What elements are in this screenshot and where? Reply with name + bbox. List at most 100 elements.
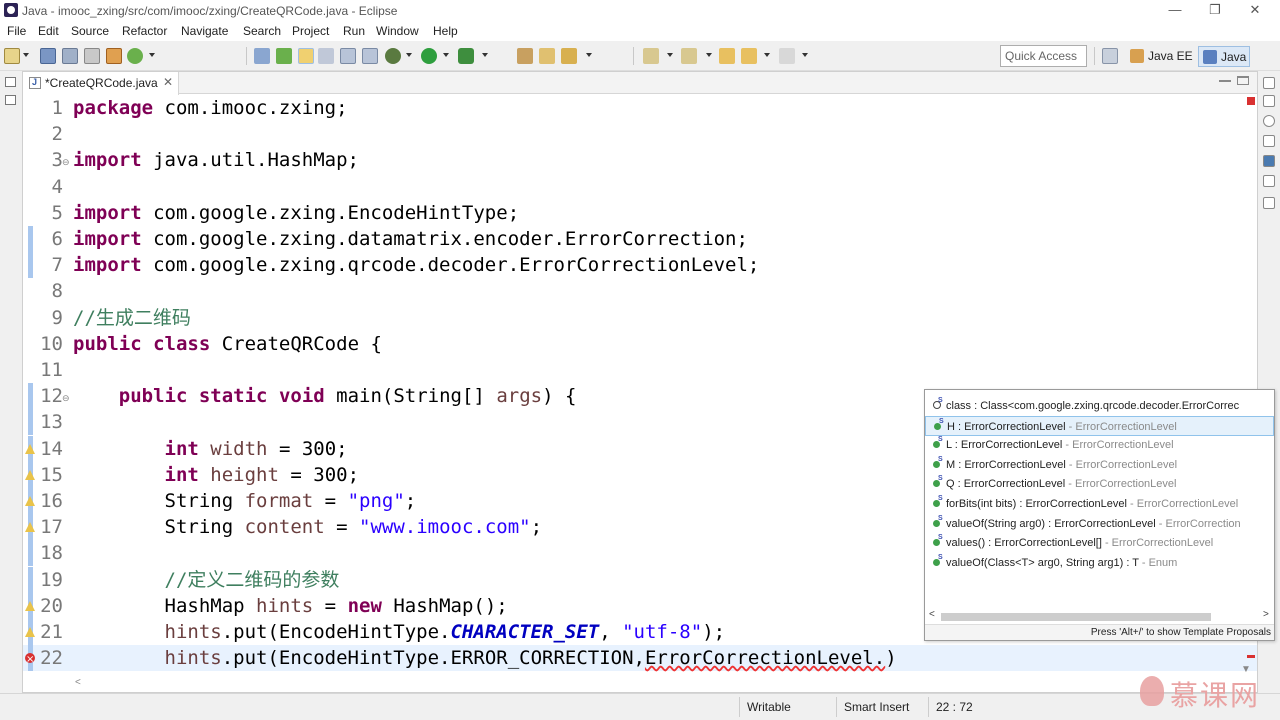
code-line[interactable]: 7 import com.google.zxing.qrcode.decoder.… [23, 252, 1257, 279]
scroll-left-arrow[interactable]: < [75, 677, 81, 688]
minimize-panel-icon[interactable] [1219, 80, 1231, 89]
editor-tab-createqrcode[interactable]: *CreateQRCode.java ✕ [23, 72, 179, 95]
proposal-item[interactable]: SL : ErrorCorrectionLevel - ErrorCorrect… [925, 435, 1274, 455]
menu-refactor[interactable]: Refactor [122, 24, 167, 38]
new-dropdown-icon[interactable] [23, 53, 29, 57]
fold-toggle-icon[interactable]: ⊖ [62, 150, 70, 176]
problems-icon[interactable] [1263, 175, 1275, 187]
proposal-item[interactable]: SM : ErrorCorrectionLevel - ErrorCorrect… [925, 455, 1274, 475]
run-dropdown-icon[interactable] [443, 53, 449, 57]
debug-dropdown-icon[interactable] [406, 53, 412, 57]
editor-tab-bar: *CreateQRCode.java ✕ [23, 72, 1257, 95]
open-project-icon[interactable] [517, 48, 533, 64]
popup-scroll-thumb[interactable] [941, 613, 1211, 621]
code-line[interactable]: 1 package com.imooc.zxing; [23, 95, 1257, 121]
open-task-icon[interactable] [276, 48, 292, 64]
debug-icon[interactable] [385, 48, 401, 64]
code-token: ; [530, 516, 543, 539]
menu-navigate[interactable]: Navigate [181, 24, 228, 38]
open-folder-icon[interactable] [539, 48, 555, 64]
code-line[interactable]: 5 import com.google.zxing.EncodeHintType; [23, 200, 1257, 226]
menu-run[interactable]: Run [343, 24, 365, 38]
close-tab-icon[interactable]: ✕ [163, 75, 173, 89]
outline-icon[interactable] [1263, 95, 1275, 107]
last-edit-icon[interactable] [719, 48, 735, 64]
open-perspective-icon[interactable] [1102, 48, 1118, 64]
proposal-item[interactable]: Svalues() : ErrorCorrectionLevel[] - Err… [925, 533, 1274, 553]
open-resource-icon[interactable] [561, 48, 577, 64]
open-type-icon[interactable] [254, 48, 270, 64]
code-token: com.google.zxing.datamatrix.encoder.Erro… [141, 228, 748, 250]
close-window-button[interactable]: ✕ [1240, 2, 1270, 18]
maximize-button[interactable]: ❐ [1200, 2, 1230, 18]
prev-annotation-icon[interactable] [681, 48, 697, 64]
proposal-item[interactable]: SvalueOf(Class<T> arg0, String arg1) : T… [925, 553, 1274, 573]
new-icon[interactable] [4, 48, 20, 64]
task-list-icon[interactable] [1263, 197, 1275, 209]
back-dropdown-icon[interactable] [764, 53, 770, 57]
save-all-icon[interactable] [62, 48, 78, 64]
perspective-java-ee[interactable]: Java EE [1126, 46, 1197, 67]
next-annotation-dropdown-icon[interactable] [667, 53, 673, 57]
back-icon[interactable] [741, 48, 757, 64]
external-tools-icon[interactable] [458, 48, 474, 64]
resource-dropdown-icon[interactable] [586, 53, 592, 57]
build-icon[interactable] [106, 48, 122, 64]
forward-icon[interactable] [779, 48, 795, 64]
code-token: .put(EncodeHintType.ERROR_CORRECTION, [221, 647, 645, 670]
next-annotation-icon[interactable] [643, 48, 659, 64]
proposal-item[interactable]: Sclass : Class<com.google.zxing.qrcode.d… [925, 396, 1274, 416]
external-tools-dropdown-icon[interactable] [482, 53, 488, 57]
mark-occurrences-icon[interactable] [298, 48, 314, 64]
save-icon[interactable] [40, 48, 56, 64]
code-line[interactable]: 11 [23, 357, 1257, 383]
menu-edit[interactable]: Edit [38, 24, 59, 38]
refresh-icon[interactable] [127, 48, 143, 64]
menu-help[interactable]: Help [433, 24, 458, 38]
overview-marker[interactable] [1247, 655, 1255, 658]
menu-project[interactable]: Project [292, 24, 329, 38]
menu-source[interactable]: Source [71, 24, 109, 38]
restore-icon[interactable] [5, 77, 16, 87]
code-line[interactable]: 2 [23, 121, 1257, 147]
proposal-item[interactable]: SQ : ErrorCorrectionLevel - ErrorCorrect… [925, 474, 1274, 494]
code-line[interactable]: 4 [23, 174, 1257, 200]
proposal-item[interactable]: SvalueOf(String arg0) : ErrorCorrectionL… [925, 514, 1274, 534]
fold-toggle-icon[interactable]: ⊖ [62, 386, 70, 412]
proposal-item[interactable]: SforBits(int bits) : ErrorCorrectionLeve… [925, 494, 1274, 514]
forward-dropdown-icon[interactable] [802, 53, 808, 57]
code-line[interactable]: 3 ⊖ import java.util.HashMap; [23, 147, 1257, 173]
declaration-icon[interactable] [1263, 135, 1275, 147]
package-explorer-icon[interactable] [5, 95, 16, 105]
refresh-dropdown-icon[interactable] [149, 53, 155, 57]
popup-scroll-left[interactable]: < [929, 609, 935, 620]
insert-mode-status[interactable]: Smart Insert [844, 700, 909, 714]
proposal-item[interactable]: SH : ErrorCorrectionLevel - ErrorCorrect… [925, 415, 1274, 436]
code-line[interactable]: 22 hints.put(EncodeHintType.ERROR_CORREC… [23, 645, 1257, 673]
menu-search[interactable]: Search [243, 24, 281, 38]
maximize-panel-icon[interactable] [1237, 76, 1249, 85]
popup-scroll-right[interactable]: > [1263, 609, 1269, 620]
code-line[interactable]: 10 public class CreateQRCode { [23, 331, 1257, 357]
popup-horizontal-scrollbar[interactable]: < > [925, 609, 1274, 624]
menu-file[interactable]: File [7, 24, 26, 38]
run-icon[interactable] [421, 48, 437, 64]
javadoc-icon[interactable] [1263, 115, 1275, 127]
show-whitespace-icon[interactable] [340, 48, 356, 64]
menu-window[interactable]: Window [376, 24, 419, 38]
quick-access-field[interactable]: Quick Access [1000, 45, 1087, 67]
code-line[interactable]: 8 [23, 278, 1257, 304]
perspective-java[interactable]: Java [1198, 46, 1250, 67]
prev-annotation-dropdown-icon[interactable] [706, 53, 712, 57]
print-icon[interactable] [84, 48, 100, 64]
minimize-button[interactable]: — [1160, 2, 1190, 18]
code-token: format [244, 490, 314, 512]
block-selection-icon[interactable] [318, 48, 334, 64]
console-icon[interactable] [1263, 155, 1275, 167]
code-line[interactable]: 6 import com.google.zxing.datamatrix.enco… [23, 226, 1257, 252]
restore-right-icon[interactable] [1263, 77, 1275, 89]
paragraph-icon[interactable] [362, 48, 378, 64]
proposal-label: class : Class<com.google.zxing.qrcode.de… [946, 400, 1240, 412]
horizontal-scrollbar[interactable]: < [23, 675, 1237, 692]
code-line[interactable]: 9 //生成二维码 [23, 305, 1257, 331]
